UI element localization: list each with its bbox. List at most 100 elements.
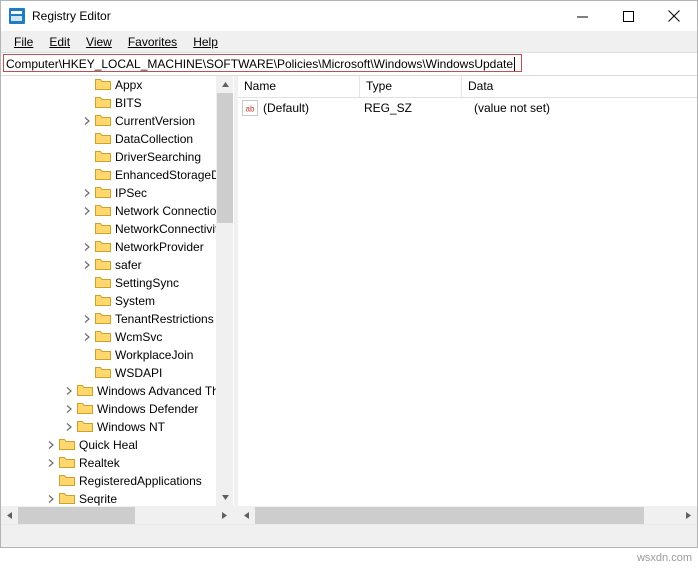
watermark-label: wsxdn.com <box>636 552 692 564</box>
tree-vertical-scrollbar[interactable] <box>216 76 233 506</box>
tree-item[interactable]: CurrentVersion <box>1 112 217 130</box>
list-hscroll-thumb[interactable] <box>255 507 644 524</box>
folder-icon <box>59 437 75 453</box>
tree-scroll-up-button[interactable] <box>217 76 233 93</box>
menu-item-edit[interactable]: Edit <box>41 33 78 51</box>
tree-item-label: Realtek <box>79 456 120 470</box>
values-list-pane[interactable]: Name Type Data ab (Default) REG_SZ (value n… <box>238 76 697 506</box>
chevron-right-icon[interactable] <box>43 436 59 454</box>
maximize-button[interactable] <box>605 1 651 31</box>
tree-item[interactable]: BITS <box>1 94 217 112</box>
tree-item[interactable]: safer <box>1 256 217 274</box>
list-horizontal-scrollbar[interactable] <box>238 507 697 524</box>
chevron-right-icon[interactable] <box>79 328 95 346</box>
folder-icon <box>59 473 75 489</box>
tree-item[interactable]: EnhancedStorageDevices <box>1 166 217 184</box>
tree-item[interactable]: WcmSvc <box>1 328 217 346</box>
chevron-right-icon[interactable] <box>79 202 95 220</box>
tree-item[interactable]: WorkplaceJoin <box>1 346 217 364</box>
tree-item-label: Appx <box>115 78 143 92</box>
folder-icon <box>95 221 111 237</box>
tree-item[interactable]: System <box>1 292 217 310</box>
tree-item[interactable]: DriverSearching <box>1 148 217 166</box>
tree-item[interactable]: WSDAPI <box>1 364 217 382</box>
column-header-data[interactable]: Data <box>462 76 697 97</box>
menu-item-favorites[interactable]: Favorites <box>120 33 185 51</box>
tree-item-label: EnhancedStorageDevices <box>115 168 217 182</box>
tree-item[interactable]: SettingSync <box>1 274 217 292</box>
menu-help-label: Help <box>193 34 218 49</box>
tree-hscroll-thumb[interactable] <box>18 507 135 524</box>
chevron-right-icon[interactable] <box>79 184 95 202</box>
tree-item-label: Network Connections <box>115 204 217 218</box>
tree-item[interactable]: RegisteredApplications <box>1 472 217 490</box>
horizontal-scrollbars <box>1 506 697 524</box>
tree-item[interactable]: Quick Heal <box>1 436 217 454</box>
address-bar[interactable]: Computer\HKEY_LOCAL_MACHINE\SOFTWARE\Pol… <box>1 52 697 76</box>
tree-item-label: Windows NT <box>97 420 166 434</box>
tree-item[interactable]: NetworkProvider <box>1 238 217 256</box>
tree-item-label: DriverSearching <box>115 150 202 164</box>
folder-icon <box>95 293 111 309</box>
menu-item-view[interactable]: View <box>78 33 120 51</box>
tree-item[interactable]: Windows Defender <box>1 400 217 418</box>
tree-item[interactable]: Windows NT <box>1 418 217 436</box>
tree-horizontal-scrollbar[interactable] <box>1 507 233 524</box>
tree-item[interactable]: Realtek <box>1 454 217 472</box>
registry-tree[interactable]: Appx BITS CurrentVersion DataCollection Driv… <box>1 76 217 506</box>
chevron-right-icon[interactable] <box>43 490 59 506</box>
chevron-right-icon[interactable] <box>79 238 95 256</box>
title-bar: Registry Editor <box>1 1 697 31</box>
chevron-right-icon[interactable] <box>61 400 77 418</box>
tree-item[interactable]: DataCollection <box>1 130 217 148</box>
tree-item[interactable]: Seqrite <box>1 490 217 506</box>
tree-hscroll-right-button[interactable] <box>216 507 233 524</box>
folder-icon <box>77 419 93 435</box>
minimize-button[interactable] <box>559 1 605 31</box>
folder-icon <box>95 365 111 381</box>
tree-item[interactable]: Network Connections <box>1 202 217 220</box>
tree-item-label: SettingSync <box>115 276 180 290</box>
values-list-row[interactable]: ab (Default) REG_SZ (value not set) <box>238 98 697 118</box>
chevron-right-icon[interactable] <box>79 112 95 130</box>
window-title: Registry Editor <box>32 9 111 23</box>
column-header-name[interactable]: Name <box>238 76 360 97</box>
folder-icon <box>95 329 111 345</box>
menu-favorites-label: Favorites <box>127 34 178 49</box>
list-hscroll-left-button[interactable] <box>238 507 255 524</box>
column-header-type[interactable]: Type <box>360 76 462 97</box>
folder-icon <box>95 257 111 273</box>
tree-item[interactable]: Appx <box>1 76 217 94</box>
close-button[interactable] <box>651 1 697 31</box>
chevron-right-icon[interactable] <box>61 382 77 400</box>
tree-scroll-thumb[interactable] <box>217 93 233 223</box>
chevron-right-icon[interactable] <box>79 310 95 328</box>
tree-item[interactable]: IPSec <box>1 184 217 202</box>
tree-hscroll-left-button[interactable] <box>1 507 18 524</box>
address-input[interactable]: Computer\HKEY_LOCAL_MACHINE\SOFTWARE\Pol… <box>3 56 513 72</box>
tree-item[interactable]: TenantRestrictions <box>1 310 217 328</box>
chevron-right-icon[interactable] <box>43 454 59 472</box>
tree-item[interactable]: NetworkConnectivityStatusIndicator <box>1 220 217 238</box>
list-hscroll-right-button[interactable] <box>680 507 697 524</box>
chevron-right-icon[interactable] <box>79 256 95 274</box>
registry-tree-pane[interactable]: Appx BITS CurrentVersion DataCollection Driv… <box>1 76 233 506</box>
tree-item-label: IPSec <box>115 186 148 200</box>
registry-editor-icon <box>9 8 25 24</box>
tree-scroll-down-button[interactable] <box>217 489 233 506</box>
chevron-right-icon[interactable] <box>61 418 77 436</box>
menu-edit-label: Edit <box>49 34 71 49</box>
tree-item[interactable]: Windows Advanced Threat Protection <box>1 382 217 400</box>
tree-item-label: Seqrite <box>79 492 118 506</box>
menu-item-file[interactable]: File <box>6 33 41 51</box>
folder-icon <box>59 455 75 471</box>
menu-item-help[interactable]: Help <box>185 33 226 51</box>
values-list-rows[interactable]: ab (Default) REG_SZ (value not set) <box>238 98 697 506</box>
folder-icon <box>95 149 111 165</box>
page-footer: wsxdn.com <box>0 548 698 571</box>
